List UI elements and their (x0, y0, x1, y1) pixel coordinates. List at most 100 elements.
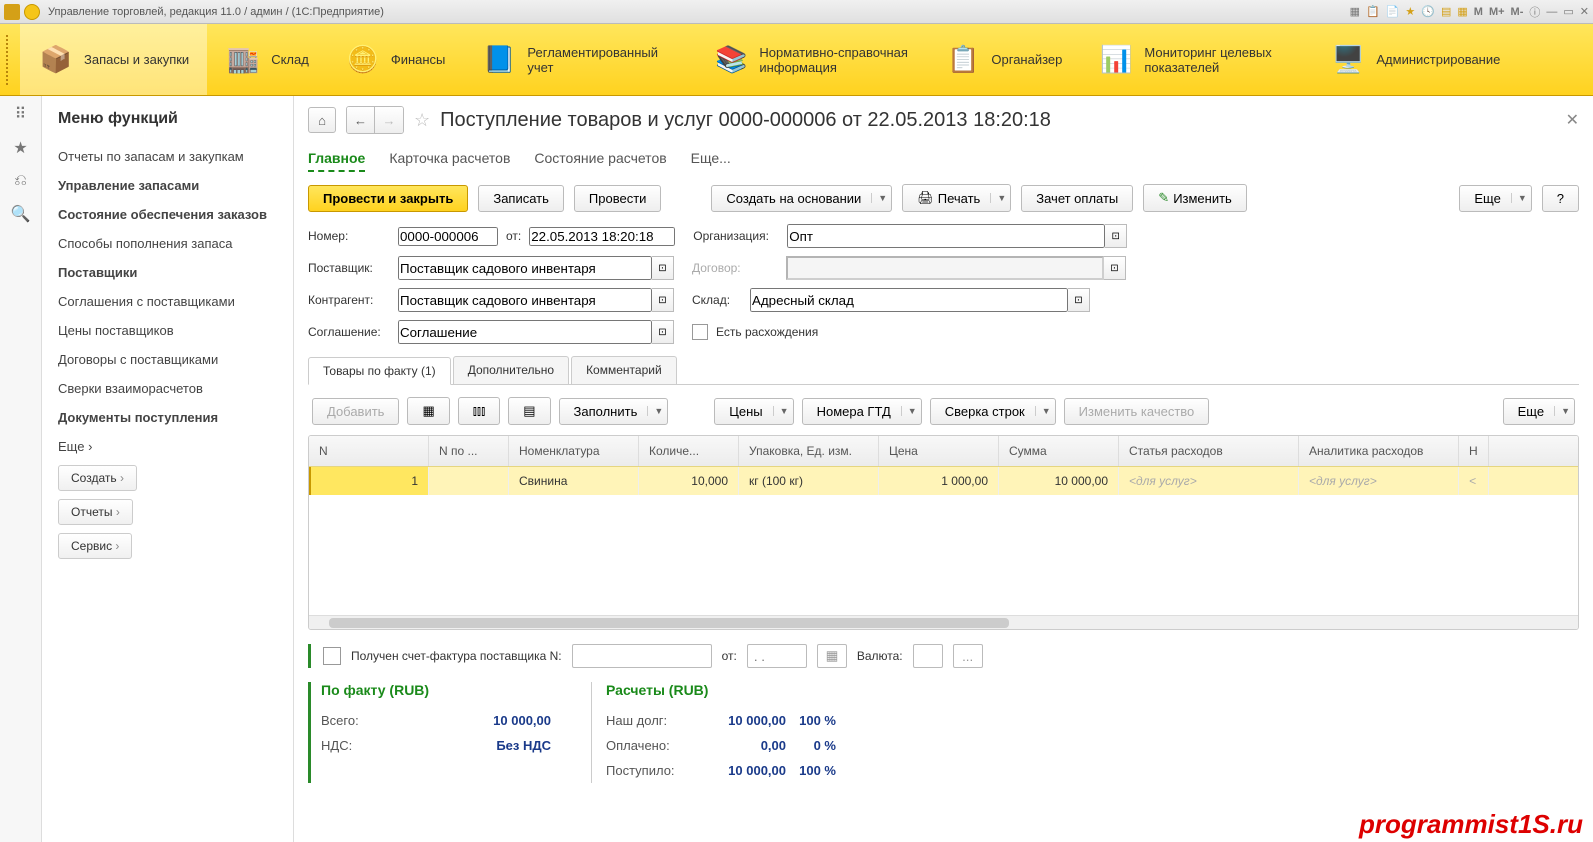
cell-art[interactable]: <для услуг> (1119, 467, 1299, 495)
col-price[interactable]: Цена (879, 436, 999, 466)
col-h[interactable]: Н (1459, 436, 1489, 466)
col-sum[interactable]: Сумма (999, 436, 1119, 466)
more-button[interactable]: Еще▼ (1459, 185, 1531, 212)
nav-admin[interactable]: 🖥️ Администрирование (1312, 24, 1518, 95)
invoice-date-picker[interactable] (817, 644, 847, 668)
nav-stock-purchases[interactable]: 📦 Запасы и закупки (20, 24, 207, 95)
print-button[interactable]: 🖨Печать▼ (902, 184, 1011, 212)
col-nomen[interactable]: Номенклатура (509, 436, 639, 466)
table-row[interactable]: 1 Свинина 10,000 кг (100 кг) 1 000,00 10… (309, 466, 1578, 495)
filter-icon-button[interactable]: ▤ (508, 397, 550, 425)
sidebar-item-stock-mgmt[interactable]: Управление запасами (58, 171, 277, 200)
col-qty[interactable]: Количе... (639, 436, 739, 466)
sidebar-item-reports[interactable]: Отчеты по запасам и закупкам (58, 142, 277, 171)
maximize-icon[interactable]: ▭ (1563, 5, 1573, 18)
nav-accounting[interactable]: 📘 Регламентированный учет (463, 24, 695, 95)
contract-input[interactable] (786, 256, 1104, 280)
post-button[interactable]: Провести (574, 185, 662, 212)
apps-icon[interactable]: ⠿ (15, 104, 27, 124)
cell-analytics[interactable]: <для услуг> (1299, 467, 1459, 495)
contract-select-icon[interactable]: ⊡ (1104, 256, 1126, 280)
m-button[interactable]: М (1474, 6, 1483, 18)
sidebar-item-agreements[interactable]: Соглашения с поставщиками (58, 287, 277, 316)
cell-qty[interactable]: 10,000 (639, 467, 739, 495)
cell-h[interactable]: < (1459, 467, 1489, 495)
offset-button[interactable]: Зачет оплаты (1021, 185, 1133, 212)
sidebar-item-suppliers[interactable]: Поставщики (58, 258, 277, 287)
sidebar-item-replenish[interactable]: Способы пополнения запаса (58, 229, 277, 258)
m-plus-button[interactable]: М+ (1489, 6, 1505, 18)
cell-nomen[interactable]: Свинина (509, 467, 639, 495)
calendar-icon[interactable]: ▦ (1457, 5, 1467, 18)
sidebar-item-reconcile[interactable]: Сверки взаиморасчетов (58, 374, 277, 403)
gtd-button[interactable]: Номера ГТД▼ (802, 398, 922, 425)
nav-warehouse[interactable]: 🏬 Склад (207, 24, 327, 95)
col-npo[interactable]: N по ... (429, 436, 509, 466)
sys-icon-3[interactable]: 📄 (1386, 5, 1400, 18)
cell-price[interactable]: 1 000,00 (879, 467, 999, 495)
number-input[interactable] (398, 227, 498, 246)
counter-select-icon[interactable]: ⊡ (652, 288, 674, 312)
cell-sum[interactable]: 10 000,00 (999, 467, 1119, 495)
invoice-number-input[interactable] (572, 644, 712, 668)
close-document-icon[interactable]: ✕ (1566, 110, 1579, 130)
supplier-select-icon[interactable]: ⊡ (652, 256, 674, 280)
sidebar-item-more[interactable]: Еще › (58, 432, 277, 461)
fill-button[interactable]: Заполнить▼ (559, 398, 669, 425)
col-pack[interactable]: Упаковка, Ед. изм. (739, 436, 879, 466)
cell-npo[interactable] (429, 467, 509, 495)
agreement-input[interactable] (398, 320, 652, 344)
warehouse-select-icon[interactable]: ⊡ (1068, 288, 1090, 312)
help-button[interactable]: ? (1542, 185, 1579, 212)
itab-goods[interactable]: Товары по факту (1) (308, 357, 451, 385)
org-input[interactable] (787, 224, 1105, 248)
nav-handle[interactable] (6, 35, 14, 85)
tab-state[interactable]: Состояние расчетов (534, 146, 666, 172)
sys-icon-1[interactable]: ▦ (1350, 5, 1360, 18)
search-icon[interactable]: 🔍 (11, 204, 31, 224)
agreement-select-icon[interactable]: ⊡ (652, 320, 674, 344)
warehouse-input[interactable] (750, 288, 1068, 312)
dropdown-icon[interactable] (24, 4, 40, 20)
save-button[interactable]: Записать (478, 185, 564, 212)
close-icon[interactable]: ✕ (1580, 5, 1589, 18)
nav-monitoring[interactable]: 📊 Мониторинг целевых показателей (1080, 24, 1312, 95)
quality-button[interactable]: Изменить качество (1064, 398, 1210, 425)
favorite-star-icon[interactable]: ☆ (414, 110, 430, 131)
discrepancy-checkbox[interactable] (692, 324, 708, 340)
nav-reference[interactable]: 📚 Нормативно-справочная информация (695, 24, 927, 95)
sidebar-item-order-state[interactable]: Состояние обеспечения заказов (58, 200, 277, 229)
currency-input[interactable] (913, 644, 943, 668)
history-icon[interactable]: ⎌ (14, 172, 27, 190)
itab-extra[interactable]: Дополнительно (453, 356, 569, 384)
forward-button[interactable]: → (375, 107, 403, 133)
horizontal-scrollbar[interactable] (309, 615, 1578, 629)
back-button[interactable]: ← (347, 107, 375, 133)
copy-icon-button[interactable]: ▦ (407, 397, 449, 425)
cell-n[interactable]: 1 (309, 467, 429, 495)
counter-input[interactable] (398, 288, 652, 312)
sys-icon-2[interactable]: 📋 (1366, 5, 1380, 18)
edit-button[interactable]: ✎Изменить (1143, 184, 1247, 212)
sys-icon-5[interactable]: 🕓 (1421, 5, 1435, 18)
sidebar-create-button[interactable]: Создать (58, 465, 137, 491)
calc-icon[interactable]: ▤ (1441, 5, 1451, 18)
prices-button[interactable]: Цены▼ (714, 398, 793, 425)
currency-select[interactable] (953, 644, 983, 668)
sidebar-service-button[interactable]: Сервис (58, 533, 132, 559)
col-analytics[interactable]: Аналитика расходов (1299, 436, 1459, 466)
sidebar-item-prices[interactable]: Цены поставщиков (58, 316, 277, 345)
add-row-button[interactable]: Добавить (312, 398, 399, 425)
m-minus-button[interactable]: М- (1511, 6, 1524, 18)
scroll-thumb[interactable] (329, 618, 1009, 628)
tab-main[interactable]: Главное (308, 146, 365, 172)
invoice-date-input[interactable] (747, 644, 807, 668)
nav-finance[interactable]: 🪙 Финансы (327, 24, 464, 95)
nav-organizer[interactable]: 📋 Органайзер (927, 24, 1080, 95)
tab-more[interactable]: Еще... (691, 146, 731, 172)
star-icon[interactable]: ★ (13, 138, 27, 158)
post-close-button[interactable]: Провести и закрыть (308, 185, 468, 212)
itab-comment[interactable]: Комментарий (571, 356, 677, 384)
sidebar-reports-button[interactable]: Отчеты (58, 499, 133, 525)
favorite-icon[interactable]: ★ (1405, 5, 1415, 18)
